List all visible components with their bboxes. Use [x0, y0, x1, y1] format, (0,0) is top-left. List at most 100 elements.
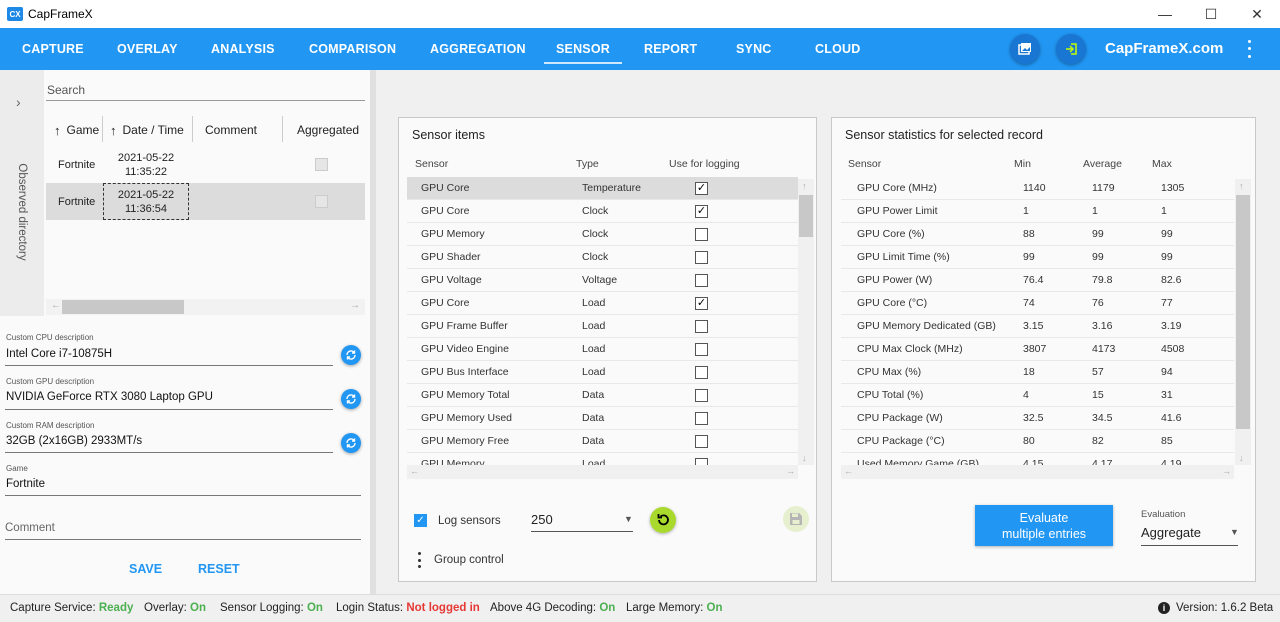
stats-horizontal-scrollbar[interactable]: ← → [841, 465, 1234, 479]
stats-row[interactable]: GPU Core (%) 88 99 99 [841, 223, 1234, 246]
stats-row[interactable]: GPU Power (W) 76.4 79.8 82.6 [841, 269, 1234, 292]
tab-capture[interactable]: CAPTURE [22, 28, 84, 70]
comment-field[interactable]: Comment [5, 522, 55, 534]
use-for-logging-checkbox[interactable]: ✓ [695, 297, 708, 310]
screenshot-button[interactable] [1010, 34, 1040, 64]
table-horizontal-scrollbar[interactable]: ← → [46, 299, 365, 315]
aggregated-checkbox[interactable] [315, 158, 328, 171]
close-button[interactable]: ✕ [1234, 0, 1280, 28]
tab-sync[interactable]: SYNC [736, 28, 772, 70]
stats-row[interactable]: GPU Core (MHz) 1140 1179 1305 [841, 177, 1234, 200]
scroll-down-icon[interactable]: ↓ [802, 453, 807, 463]
scroll-right-icon[interactable]: → [786, 466, 795, 476]
col-date-time[interactable]: ↑ Date / Time [110, 114, 184, 146]
col-comment[interactable]: Comment [205, 114, 257, 146]
use-for-logging-checkbox[interactable] [695, 274, 708, 287]
sensor-row[interactable]: GPU Core Load ✓ [407, 292, 798, 315]
info-icon[interactable]: i [1158, 602, 1170, 614]
sensor-row[interactable]: GPU Video Engine Load [407, 338, 798, 361]
scroll-up-icon[interactable]: ↑ [1239, 181, 1244, 191]
use-for-logging-checkbox[interactable] [695, 366, 708, 379]
group-control-icon[interactable] [417, 552, 421, 568]
ram-description-field[interactable]: 32GB (2x16GB) 2933MT/s [6, 435, 142, 447]
sensor-vertical-scrollbar[interactable]: ↑ ↓ [798, 179, 814, 465]
sensor-row[interactable]: GPU Frame Buffer Load [407, 315, 798, 338]
scroll-left-icon[interactable]: ← [51, 300, 61, 311]
scroll-thumb[interactable] [62, 300, 184, 314]
dropdown-arrow-icon[interactable]: ▼ [624, 514, 633, 524]
sensor-row[interactable]: GPU Memory Used Data [407, 407, 798, 430]
log-sensors-checkbox[interactable]: ✓ [414, 514, 427, 527]
scroll-right-icon[interactable]: → [1222, 466, 1231, 476]
sensor-horizontal-scrollbar[interactable]: ← → [407, 465, 798, 479]
reset-sensors-button[interactable] [650, 507, 676, 533]
col-game[interactable]: ↑ Game [54, 114, 99, 146]
scroll-thumb[interactable] [1236, 195, 1250, 429]
stats-row[interactable]: CPU Total (%) 4 15 31 [841, 384, 1234, 407]
dropdown-arrow-icon[interactable]: ▼ [1230, 527, 1239, 537]
login-button[interactable] [1056, 34, 1086, 64]
use-for-logging-checkbox[interactable] [695, 412, 708, 425]
sensor-row[interactable]: GPU Bus Interface Load [407, 361, 798, 384]
ram-refresh-button[interactable] [341, 433, 361, 453]
panel-splitter[interactable] [370, 70, 376, 594]
stats-row[interactable]: CPU Package (W) 32.5 34.5 41.6 [841, 407, 1234, 430]
stats-vertical-scrollbar[interactable]: ↑ ↓ [1235, 179, 1251, 465]
sensor-row[interactable]: GPU Core Clock ✓ [407, 200, 798, 223]
use-for-logging-checkbox[interactable]: ✓ [695, 182, 708, 195]
stats-row[interactable]: CPU Package (°C) 80 82 85 [841, 430, 1234, 453]
tab-report[interactable]: REPORT [644, 28, 697, 70]
stats-row[interactable]: CPU Max Clock (MHz) 3807 4173 4508 [841, 338, 1234, 361]
interval-select[interactable]: 250 [531, 512, 553, 527]
search-input[interactable]: Search [47, 83, 85, 97]
table-row[interactable]: Fortnite 2021-05-22 11:36:54 [46, 183, 365, 220]
sensor-row[interactable]: GPU Voltage Voltage [407, 269, 798, 292]
reset-button[interactable]: RESET [198, 562, 240, 576]
tab-aggregation[interactable]: AGGREGATION [430, 28, 526, 70]
tab-sensor[interactable]: SENSOR [544, 28, 622, 70]
scroll-left-icon[interactable]: ← [410, 466, 419, 476]
sensor-row[interactable]: GPU Memory Total Data [407, 384, 798, 407]
stats-row[interactable]: Used Memory Game (GB) 4.15 4.17 4.19 [841, 453, 1234, 465]
minimize-button[interactable]: — [1142, 0, 1188, 28]
use-for-logging-checkbox[interactable] [695, 251, 708, 264]
cpu-refresh-button[interactable] [341, 345, 361, 365]
use-for-logging-checkbox[interactable] [695, 389, 708, 402]
maximize-button[interactable]: ☐ [1188, 0, 1234, 28]
chevron-right-icon[interactable]: › [16, 94, 21, 110]
gpu-description-field[interactable]: NVIDIA GeForce RTX 3080 Laptop GPU [6, 391, 213, 403]
use-for-logging-checkbox[interactable] [695, 320, 708, 333]
aggregated-checkbox[interactable] [315, 195, 328, 208]
use-for-logging-checkbox[interactable] [695, 343, 708, 356]
col-aggregated[interactable]: Aggregated [297, 114, 359, 146]
stats-row[interactable]: CPU Max (%) 18 57 94 [841, 361, 1234, 384]
scroll-up-icon[interactable]: ↑ [802, 181, 807, 191]
table-row[interactable]: Fortnite 2021-05-22 11:35:22 [46, 146, 365, 183]
use-for-logging-checkbox[interactable] [695, 435, 708, 448]
stats-row[interactable]: GPU Power Limit 1 1 1 [841, 200, 1234, 223]
tab-overlay[interactable]: OVERLAY [117, 28, 178, 70]
sensor-row[interactable]: GPU Memory Load [407, 453, 798, 465]
evaluation-select[interactable]: Aggregate [1141, 525, 1201, 540]
tab-analysis[interactable]: ANALYSIS [211, 28, 275, 70]
save-button[interactable]: SAVE [129, 562, 162, 576]
more-menu-icon[interactable] [1242, 38, 1256, 60]
stats-row[interactable]: GPU Limit Time (%) 99 99 99 [841, 246, 1234, 269]
sensor-row[interactable]: GPU Core Temperature ✓ [407, 177, 798, 200]
use-for-logging-checkbox[interactable] [695, 228, 708, 241]
save-config-button[interactable] [783, 506, 809, 532]
use-for-logging-checkbox[interactable] [695, 458, 708, 465]
stats-row[interactable]: GPU Memory Dedicated (GB) 3.15 3.16 3.19 [841, 315, 1234, 338]
sensor-row[interactable]: GPU Memory Clock [407, 223, 798, 246]
sensor-row[interactable]: GPU Shader Clock [407, 246, 798, 269]
scroll-thumb[interactable] [799, 195, 813, 237]
evaluate-multiple-entries-button[interactable]: Evaluate multiple entries [975, 505, 1113, 546]
sensor-row[interactable]: GPU Memory Free Data [407, 430, 798, 453]
use-for-logging-checkbox[interactable]: ✓ [695, 205, 708, 218]
group-control-label[interactable]: Group control [434, 554, 504, 566]
scroll-left-icon[interactable]: ← [844, 466, 853, 476]
stats-row[interactable]: GPU Core (°C) 74 76 77 [841, 292, 1234, 315]
scroll-right-icon[interactable]: → [350, 300, 360, 311]
tab-cloud[interactable]: CLOUD [815, 28, 860, 70]
game-field[interactable]: Fortnite [6, 478, 45, 490]
